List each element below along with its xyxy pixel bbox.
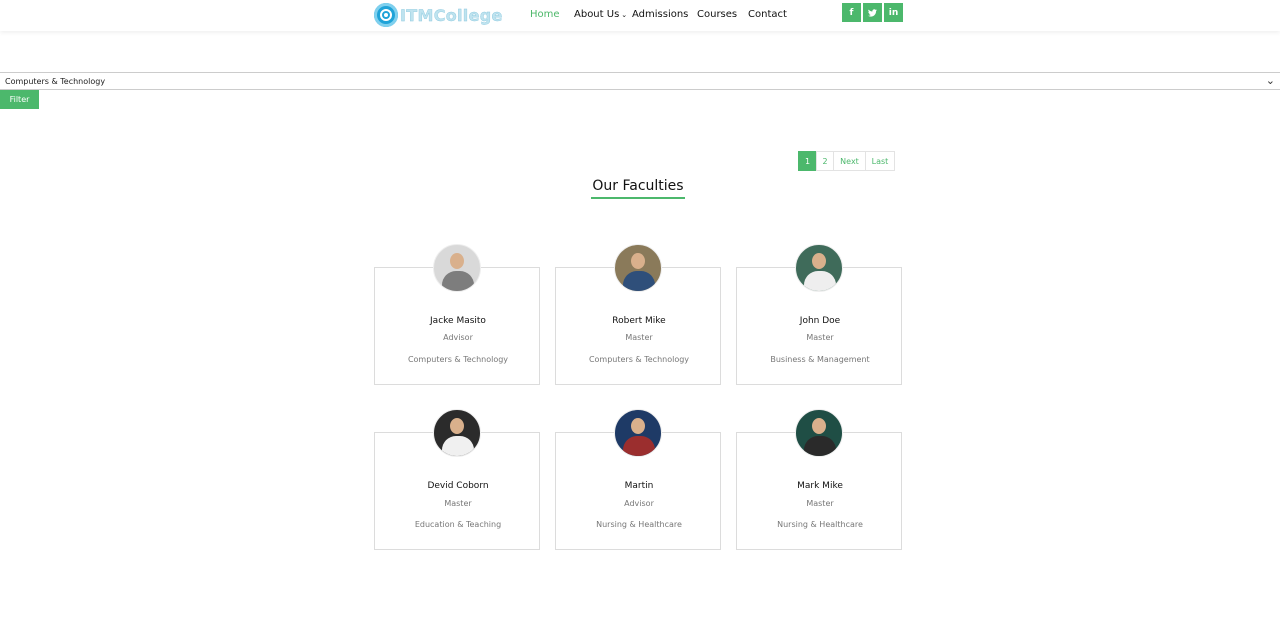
last-page-button[interactable]: Last xyxy=(865,151,895,171)
page-2-button[interactable]: 2 xyxy=(816,151,834,171)
nav-item-home[interactable]: Home xyxy=(530,9,560,20)
chevron-down-icon: ⌄ xyxy=(1265,74,1275,87)
logo-icon xyxy=(374,3,398,27)
faculty-role: Advisor xyxy=(443,333,473,342)
faculty-department: Computers & Technology xyxy=(588,355,690,364)
next-page-button[interactable]: Next xyxy=(833,151,866,171)
avatar-head xyxy=(812,253,826,269)
section-title: Our Faculties xyxy=(592,178,684,194)
chevron-down-icon: ⌄ xyxy=(621,10,628,19)
avatar-body xyxy=(804,436,836,456)
faculty-role: Master xyxy=(444,499,472,508)
faculty-role: Master xyxy=(625,333,653,342)
faculty-avatar xyxy=(795,409,843,457)
faculty-name: Robert Mike xyxy=(612,316,666,326)
facebook-icon[interactable]: f xyxy=(842,3,861,22)
faculty-department: Business & Management xyxy=(770,355,870,364)
faculty-avatar xyxy=(795,244,843,292)
faculty-department: Computers & Technology xyxy=(407,355,509,364)
department-select-value: Computers & Technology xyxy=(5,76,106,86)
title-underline xyxy=(591,197,685,199)
faculty-role: Master xyxy=(806,333,834,342)
nav-item-about-us[interactable]: About Us ⌄ xyxy=(574,9,627,20)
avatar-body xyxy=(442,271,474,291)
avatar-body xyxy=(623,436,655,456)
site-logo[interactable]: ITMCollege xyxy=(374,3,503,27)
social-links: f in xyxy=(842,3,903,22)
logo-text: ITMCollege xyxy=(400,5,503,25)
faculty-name: Jacke Masito xyxy=(430,316,486,326)
faculty-name: Martin xyxy=(624,481,654,491)
site-header: ITMCollege Home About Us ⌄ Admissions Cou… xyxy=(0,0,1280,31)
faculty-name: Mark Mike xyxy=(797,481,843,491)
avatar-body xyxy=(623,271,655,291)
faculty-name: Devid Coborn xyxy=(427,481,489,491)
avatar-head xyxy=(812,418,826,434)
pagination: 1 2 Next Last xyxy=(798,151,895,171)
nav-item-courses[interactable]: Courses xyxy=(697,9,737,20)
faculty-avatar xyxy=(433,244,481,292)
nav-item-admissions[interactable]: Admissions xyxy=(632,9,688,20)
nav-item-about-us-label: About Us xyxy=(574,8,620,20)
avatar-body xyxy=(804,271,836,291)
twitter-icon[interactable] xyxy=(863,3,882,22)
avatar-head xyxy=(631,418,645,434)
faculty-avatar xyxy=(614,244,662,292)
page-1-button[interactable]: 1 xyxy=(798,151,817,171)
faculty-department: Education & Teaching xyxy=(414,520,502,529)
nav-item-contact[interactable]: Contact xyxy=(748,9,787,20)
faculty-department: Nursing & Healthcare xyxy=(596,520,682,529)
linkedin-icon[interactable]: in xyxy=(884,3,903,22)
department-select[interactable]: Computers & Technology ⌄ xyxy=(0,72,1280,90)
avatar-head xyxy=(631,253,645,269)
filter-button[interactable]: Filter xyxy=(0,90,39,109)
faculty-name: John Doe xyxy=(799,316,841,326)
faculty-avatar xyxy=(433,409,481,457)
avatar-head xyxy=(450,253,464,269)
faculty-role: Advisor xyxy=(624,499,654,508)
avatar-head xyxy=(450,418,464,434)
faculty-department: Nursing & Healthcare xyxy=(777,520,863,529)
avatar-body xyxy=(442,436,474,456)
faculty-avatar xyxy=(614,409,662,457)
faculty-role: Master xyxy=(806,499,834,508)
